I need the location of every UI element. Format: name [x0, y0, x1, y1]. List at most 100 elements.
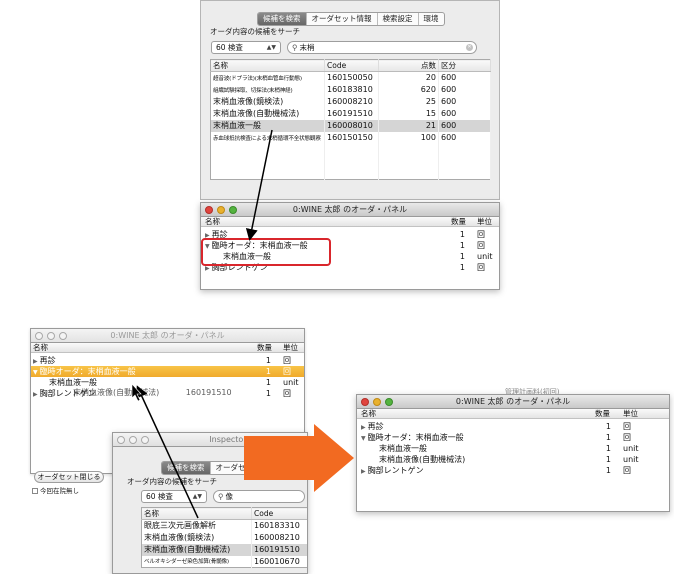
row-name: 末梢血液像(自動機械法): [141, 543, 252, 556]
zoom-icon[interactable]: [385, 398, 393, 406]
column-name[interactable]: 名称: [205, 217, 220, 227]
row-points: 15: [378, 107, 439, 120]
table-header: 名称 数量 単位: [31, 343, 304, 353]
close-icon[interactable]: [361, 398, 369, 406]
window-controls: [35, 332, 67, 340]
zoom-icon[interactable]: [59, 332, 67, 340]
drag-ghost-code: 160191510: [185, 388, 232, 397]
no-visit-checkbox[interactable]: 今回在院無し: [32, 485, 79, 495]
search-input[interactable]: ⚲ 末梢 ✕: [287, 41, 477, 54]
column-unit[interactable]: 単位: [623, 409, 638, 419]
tab-search-candidates[interactable]: 候補を検索: [162, 462, 211, 474]
table-row-selected[interactable]: 末梢血液像(自動機械法) 160191510: [141, 543, 307, 556]
table-row[interactable]: 赤血球抵抗検査による末梢循環不全状態観察 160150150 100 600: [210, 131, 491, 144]
row-name: 末梢血液像(自動機械法): [210, 107, 325, 120]
minimize-icon[interactable]: [47, 332, 55, 340]
table-row[interactable]: ベルオキシダーゼ染色加算(骨髄像) 160010670: [141, 555, 307, 568]
table-row[interactable]: 超音波(ドプラ法)(末梢血管血行動態) 160150050 20 600: [210, 71, 491, 84]
annotation-highlight-box: [201, 238, 331, 266]
minimize-icon[interactable]: [129, 436, 137, 444]
tree-row-drop-target[interactable]: ▼ 臨時オーダ：末梢血液一般 1 回: [31, 366, 304, 377]
window-titlebar[interactable]: 0:WINE 太郎 のオーダ・パネル: [31, 329, 304, 343]
close-icon[interactable]: [35, 332, 43, 340]
window-titlebar[interactable]: Inspector Panel: [113, 433, 307, 447]
row-name: 組織試験採取、切採法(末梢神経): [210, 83, 325, 96]
table-header: 名称 数量 単位: [357, 409, 669, 419]
tab-orderset-info[interactable]: オーダセット情報: [307, 13, 378, 25]
tree-row[interactable]: ▶ 胸部レントゲン 1 回: [357, 465, 669, 476]
row-code: 160183810: [324, 83, 379, 96]
minimize-icon[interactable]: [217, 206, 225, 214]
column-name[interactable]: 名称: [141, 507, 252, 520]
tab-bar: 候補を検索 オーダセ: [161, 461, 252, 475]
tab-search-candidates[interactable]: 候補を検索: [258, 13, 307, 25]
disclosure-triangle-icon[interactable]: ▶: [361, 424, 366, 431]
search-icon: ⚲: [292, 43, 298, 52]
tab-environment[interactable]: 環境: [419, 13, 444, 25]
column-qty[interactable]: 数量: [451, 217, 466, 227]
row-qty: 1: [459, 252, 465, 261]
disclosure-triangle-icon[interactable]: ▶: [205, 265, 210, 272]
row-code: 160008010: [324, 119, 379, 132]
window-title: 0:WINE 太郎 のオーダ・パネル: [292, 205, 408, 214]
zoom-icon[interactable]: [141, 436, 149, 444]
candidate-table: 名称 Code 点数 区分 超音波(ドプラ法)(末梢血管血行動態) 160150…: [210, 59, 491, 180]
row-category: 600: [438, 119, 491, 132]
tree-row[interactable]: 末梢血液一般 1 unit: [357, 443, 669, 454]
close-icon[interactable]: [205, 206, 213, 214]
table-row[interactable]: 末梢血液像(鏡検法) 160008210: [141, 531, 307, 544]
search-scope-popup[interactable]: 60 検査 ▲▼: [141, 490, 207, 503]
zoom-icon[interactable]: [229, 206, 237, 214]
tree-row[interactable]: ▶ 再診 1 回: [357, 421, 669, 432]
close-orderset-button-visible[interactable]: オーダセット閉じる: [34, 471, 104, 483]
clear-icon[interactable]: ✕: [466, 44, 473, 51]
disclosure-triangle-icon[interactable]: ▶: [361, 468, 366, 475]
section-title: オーダ内容の候補をサーチ: [210, 27, 300, 36]
column-name[interactable]: 名称: [361, 409, 376, 419]
tab-bar: 候補を検索 オーダセット情報 検索設定 環境: [257, 12, 445, 26]
tab-orderset-info[interactable]: オーダセ: [211, 462, 251, 474]
minimize-icon[interactable]: [373, 398, 381, 406]
window-title: 0:WINE 太郎 のオーダ・パネル: [110, 331, 225, 340]
disclosure-triangle-icon[interactable]: ▶: [33, 358, 38, 365]
section-title: オーダ内容の候補をサーチ: [127, 477, 217, 486]
row-unit: 回: [283, 367, 291, 376]
column-name[interactable]: 名称: [210, 59, 325, 72]
column-category[interactable]: 区分: [438, 59, 491, 72]
row-unit: 回: [283, 356, 291, 365]
table-row[interactable]: 末梢血液像(自動機械法) 160191510 15 600: [210, 107, 491, 120]
row-unit: 回: [477, 230, 485, 239]
window-titlebar[interactable]: 0:WINE 太郎 のオーダ・パネル: [201, 203, 499, 217]
search-scope-popup[interactable]: 60 検査 ▲▼: [211, 41, 281, 54]
row-name: 赤血球抵抗検査による末梢循環不全状態観察: [210, 131, 325, 144]
search-input[interactable]: ⚲ 像: [213, 490, 305, 503]
column-points[interactable]: 点数: [378, 59, 439, 72]
column-qty[interactable]: 数量: [595, 409, 610, 419]
tree-row[interactable]: 末梢血液像(自動機械法) 1 unit: [357, 454, 669, 465]
drag-ghost-name: 末梢血液像(自動機械法): [73, 388, 160, 397]
disclosure-triangle-icon[interactable]: ▼: [33, 369, 38, 376]
column-unit[interactable]: 単位: [477, 217, 492, 227]
disclosure-triangle-icon[interactable]: ▶: [33, 391, 38, 398]
table-row[interactable]: 組織試験採取、切採法(末梢神経) 160183810 620 600: [210, 83, 491, 96]
column-name[interactable]: 名称: [33, 343, 48, 353]
checkbox-icon[interactable]: [32, 488, 38, 494]
disclosure-triangle-icon[interactable]: ▼: [361, 435, 366, 442]
tab-search-settings[interactable]: 検索設定: [378, 13, 419, 25]
row-name: 再診: [367, 422, 384, 431]
table-row[interactable]: 末梢血液像(鏡検法) 160008210 25 600: [210, 95, 491, 108]
column-unit[interactable]: 単位: [283, 343, 298, 353]
window-titlebar[interactable]: 0:WINE 太郎 のオーダ・パネル: [357, 395, 669, 409]
table-row-selected[interactable]: 末梢血液一般 160008010 21 600: [210, 119, 491, 132]
column-qty[interactable]: 数量: [257, 343, 272, 353]
tree-row[interactable]: ▶ 再診 1 回: [31, 355, 304, 366]
row-name: 超音波(ドプラ法)(末梢血管血行動態): [210, 71, 325, 84]
column-code[interactable]: Code: [251, 507, 307, 520]
row-name: 胸部レントゲン: [367, 466, 424, 475]
row-points: 100: [378, 131, 439, 144]
close-icon[interactable]: [117, 436, 125, 444]
table-row[interactable]: 眼底三次元画像解析 160183310: [141, 519, 307, 532]
row-code: 160150050: [324, 71, 379, 84]
column-code[interactable]: Code: [324, 59, 379, 72]
tree-row[interactable]: ▼ 臨時オーダ：末梢血液一般 1 回: [357, 432, 669, 443]
